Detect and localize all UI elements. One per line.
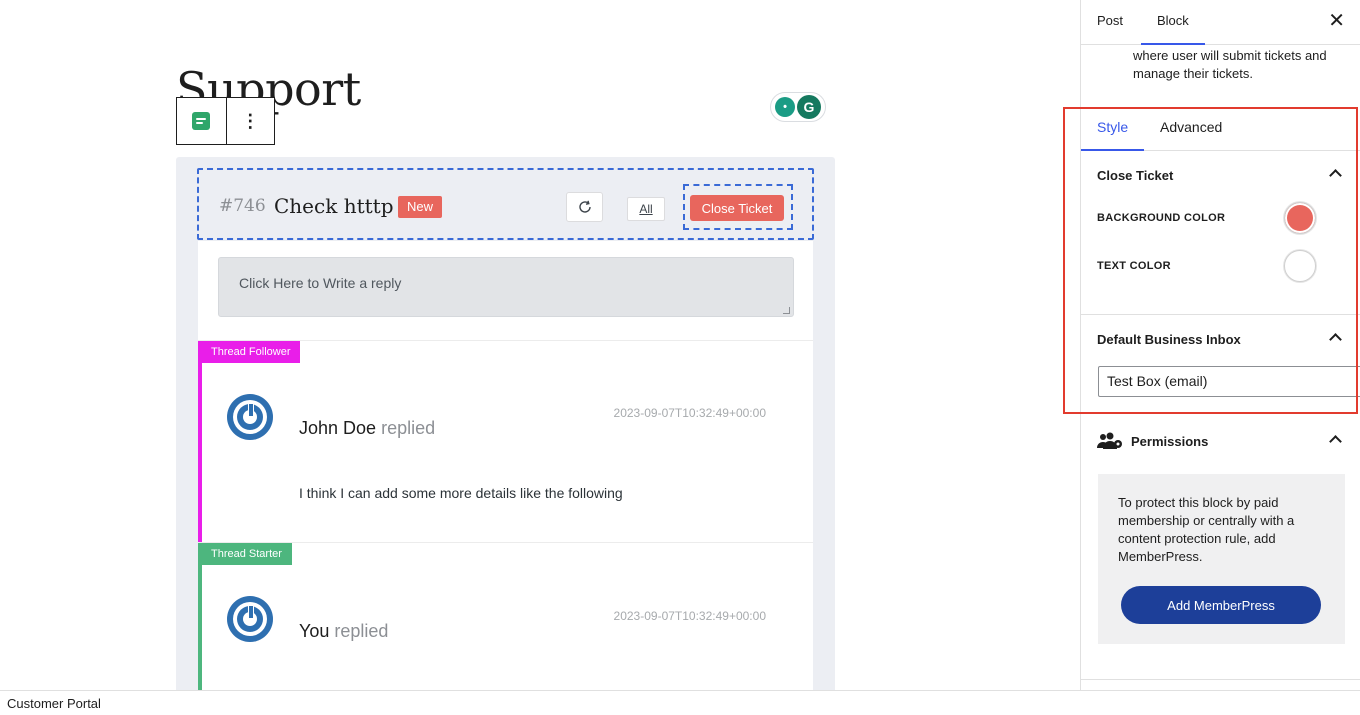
chevron-up-icon[interactable] [1329, 169, 1342, 182]
block-description: where user will submit tickets and manag… [1133, 48, 1327, 81]
block-options-button[interactable]: ⋮ [225, 98, 275, 144]
lightbulb-icon: • [775, 97, 795, 117]
background-color-label: BACKGROUND COLOR [1097, 212, 1226, 224]
close-ticket-panel-title[interactable]: Close Ticket [1097, 168, 1173, 183]
thread-tag: Thread Starter [198, 543, 292, 565]
inbox-panel-title[interactable]: Default Business Inbox [1097, 332, 1241, 347]
avatar [227, 596, 273, 642]
tab-advanced[interactable]: Advanced [1160, 107, 1222, 151]
customer-portal-block[interactable]: #746 Check htttp New All Close Ticket Cl… [176, 157, 835, 690]
text-color-label: TEXT COLOR [1097, 260, 1171, 272]
divider [1081, 679, 1360, 680]
tab-block[interactable]: Block [1141, 0, 1205, 45]
tab-post[interactable]: Post [1097, 0, 1123, 45]
block-type-button[interactable] [177, 98, 226, 144]
close-ticket-wrapper: Close Ticket [683, 184, 793, 230]
thread-author: You replied [299, 621, 388, 642]
add-memberpress-button[interactable]: Add MemberPress [1121, 586, 1321, 624]
breadcrumb[interactable]: Customer Portal [7, 696, 101, 711]
thread-tag: Thread Follower [198, 341, 301, 363]
chevron-up-icon[interactable] [1329, 333, 1342, 346]
block-settings-sidebar: Post Block ✕ where user will submit tick… [1080, 0, 1360, 690]
style-tabs: Style Advanced [1081, 107, 1360, 151]
ticket-header: #746 Check htttp New All Close Ticket [197, 168, 814, 240]
thread-author: John Doe replied [299, 418, 435, 439]
grammarly-widget[interactable]: • G [770, 92, 826, 122]
more-vertical-icon: ⋮ [241, 111, 260, 131]
grammarly-icon: G [797, 95, 821, 119]
author-action: replied [381, 418, 436, 438]
breadcrumb-bar: Customer Portal [0, 690, 1360, 715]
thread-panel: Click Here to Write a reply Thread Follo… [198, 241, 813, 690]
text-color-swatch[interactable] [1284, 250, 1316, 282]
all-tickets-button[interactable]: All [627, 197, 665, 221]
reply-placeholder: Click Here to Write a reply [239, 275, 402, 291]
permissions-text: To protect this block by paid membership… [1118, 495, 1295, 564]
reply-textarea[interactable]: Click Here to Write a reply [218, 257, 794, 317]
close-icon[interactable]: ✕ [1328, 11, 1345, 31]
thread-item: Thread Starter You replied 2023-09-07T10… [198, 543, 813, 690]
tab-style[interactable]: Style [1081, 107, 1145, 151]
refresh-button[interactable] [566, 192, 603, 222]
refresh-icon [578, 200, 591, 213]
author-name: You [299, 621, 330, 641]
users-icon [1097, 432, 1122, 449]
author-name: John Doe [299, 418, 377, 438]
fluent-support-icon [192, 112, 211, 130]
inbox-select[interactable]: Test Box (email) [1098, 366, 1360, 397]
block-toolbar: ⋮ [176, 97, 275, 145]
divider [1081, 314, 1360, 315]
thread-timestamp: 2023-09-07T10:32:49+00:00 [613, 609, 766, 623]
background-color-swatch[interactable] [1284, 202, 1316, 234]
thread-timestamp: 2023-09-07T10:32:49+00:00 [613, 406, 766, 420]
permissions-notice: To protect this block by paid membership… [1098, 474, 1345, 644]
thread-indicator [198, 341, 202, 543]
thread-message: I think I can add some more details like… [299, 485, 623, 501]
close-ticket-button[interactable]: Close Ticket [690, 195, 784, 221]
avatar [227, 394, 273, 440]
status-badge: New [398, 196, 443, 218]
sidebar-tabs: Post Block ✕ [1081, 0, 1360, 45]
editor-canvas: Support ⋮ • G #746 Check htttp New All C… [0, 0, 1080, 690]
permissions-panel-title[interactable]: Permissions [1131, 434, 1208, 449]
editor-window: Support ⋮ • G #746 Check htttp New All C… [0, 0, 1360, 715]
author-action: replied [334, 621, 389, 641]
thread-item: Thread Follower John Doe replied 2023-09… [198, 341, 813, 543]
ticket-id: #746 [219, 196, 266, 216]
thread-indicator [198, 543, 202, 690]
ticket-title: Check htttp [274, 194, 394, 218]
chevron-up-icon[interactable] [1329, 435, 1342, 448]
resize-grip-icon[interactable] [783, 307, 790, 314]
